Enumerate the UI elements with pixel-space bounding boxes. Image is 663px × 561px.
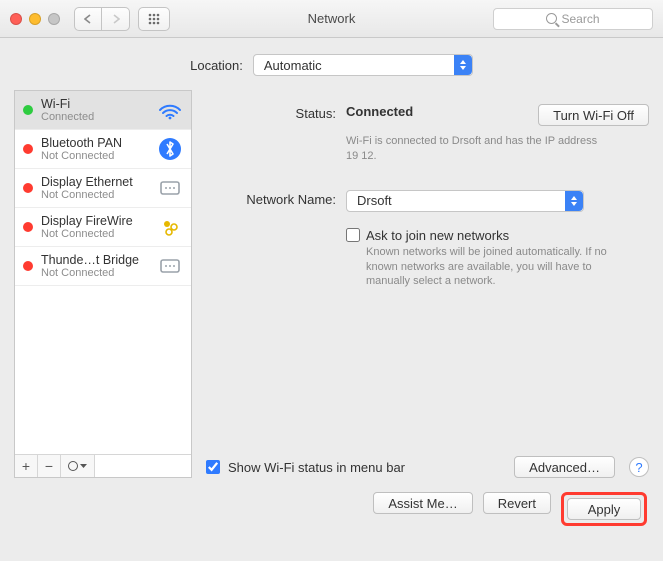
show-status-checkbox[interactable] (206, 460, 220, 474)
status-dot-icon (23, 222, 33, 232)
sidebar-item-label: Wi-Fi (41, 97, 149, 111)
sidebar-item-label: Bluetooth PAN (41, 136, 149, 150)
sidebar-item-label: Display FireWire (41, 214, 149, 228)
location-label: Location: (190, 58, 243, 73)
sidebar-footer: + − (15, 454, 191, 477)
updown-icon (454, 55, 472, 75)
sidebar-item-sub: Not Connected (41, 189, 149, 201)
window-controls (10, 13, 60, 25)
sidebar-item-sub: Not Connected (41, 150, 149, 162)
chevron-down-icon (80, 464, 87, 469)
main-area: Wi-Fi Connected Bluetooth PAN Not Connec… (0, 90, 663, 478)
location-row: Location: Automatic (0, 38, 663, 90)
gear-icon (68, 461, 78, 471)
assist-me-button[interactable]: Assist Me… (373, 492, 472, 514)
grid-icon (147, 12, 161, 26)
help-button[interactable]: ? (629, 457, 649, 477)
apply-button[interactable]: Apply (567, 498, 641, 520)
advanced-button[interactable]: Advanced… (514, 456, 615, 478)
location-value: Automatic (264, 58, 322, 73)
ethernet-icon (157, 253, 183, 279)
sidebar-item-thunderbolt-bridge[interactable]: Thunde…t Bridge Not Connected (15, 247, 191, 286)
sidebar-item-sub: Connected (41, 111, 149, 123)
ask-join-subtext: Known networks will be joined automatica… (366, 245, 626, 290)
ethernet-icon (157, 175, 183, 201)
interface-sidebar: Wi-Fi Connected Bluetooth PAN Not Connec… (14, 90, 192, 478)
ask-join-label: Ask to join new networks (366, 228, 626, 243)
show-status-label: Show Wi-Fi status in menu bar (228, 460, 506, 475)
close-icon[interactable] (10, 13, 22, 25)
apply-highlight: Apply (561, 492, 647, 526)
search-input[interactable]: Search (493, 8, 653, 30)
wifi-icon (157, 97, 183, 123)
sidebar-item-label: Display Ethernet (41, 175, 149, 189)
sidebar-item-display-firewire[interactable]: Display FireWire Not Connected (15, 208, 191, 247)
location-popup[interactable]: Automatic (253, 54, 473, 76)
sidebar-item-label: Thunde…t Bridge (41, 253, 149, 267)
back-button[interactable] (74, 7, 102, 31)
search-placeholder: Search (561, 12, 599, 26)
nav-group (74, 7, 130, 31)
titlebar: Network Search (0, 0, 663, 38)
status-dot-icon (23, 183, 33, 193)
status-label: Status: (206, 104, 336, 126)
sidebar-item-sub: Not Connected (41, 267, 149, 279)
search-icon (546, 13, 557, 24)
minimize-icon[interactable] (29, 13, 41, 25)
turn-wifi-off-button[interactable]: Turn Wi-Fi Off (538, 104, 649, 126)
footer-buttons: Assist Me… Revert Apply (0, 478, 663, 526)
sidebar-item-sub: Not Connected (41, 228, 149, 240)
network-name-label: Network Name: (206, 190, 336, 212)
sidebar-item-display-ethernet[interactable]: Display Ethernet Not Connected (15, 169, 191, 208)
bluetooth-icon (157, 136, 183, 162)
detail-pane: Status: Connected Turn Wi-Fi Off Wi-Fi i… (206, 90, 649, 478)
status-dot-icon (23, 144, 33, 154)
status-value: Connected (346, 104, 520, 119)
status-subtext: Wi-Fi is connected to Drsoft and has the… (346, 134, 606, 164)
show-all-button[interactable] (138, 7, 170, 31)
remove-interface-button[interactable]: − (38, 455, 61, 477)
sidebar-item-bluetooth[interactable]: Bluetooth PAN Not Connected (15, 130, 191, 169)
forward-button[interactable] (102, 7, 130, 31)
ask-join-checkbox[interactable] (346, 228, 360, 242)
interface-actions-button[interactable] (61, 455, 95, 477)
updown-icon (565, 191, 583, 211)
firewire-icon (157, 214, 183, 240)
revert-button[interactable]: Revert (483, 492, 551, 514)
add-interface-button[interactable]: + (15, 455, 38, 477)
status-dot-icon (23, 105, 33, 115)
network-name-popup[interactable]: Drsoft (346, 190, 584, 212)
network-name-value: Drsoft (357, 193, 392, 208)
zoom-icon[interactable] (48, 13, 60, 25)
sidebar-item-wifi[interactable]: Wi-Fi Connected (15, 91, 191, 130)
status-dot-icon (23, 261, 33, 271)
